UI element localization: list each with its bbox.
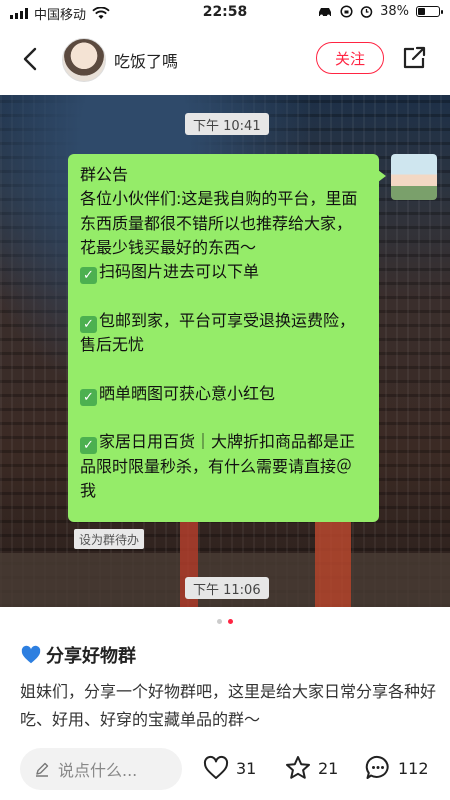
share-icon[interactable] xyxy=(400,44,428,72)
comments-button[interactable]: 112 xyxy=(364,754,429,782)
announcement-item: ✓ 包邮到家，平台可享受退换运费险，售后无忧 xyxy=(80,310,356,355)
check-icon: ✓ xyxy=(80,267,97,285)
orientation-lock-icon xyxy=(340,5,353,18)
battery-percent: 38% xyxy=(380,4,409,19)
announcement-item: ✓ 家居日用百货｜大牌折扣商品都是正品限时限量秒杀，有什么需要请直接＠我 xyxy=(80,432,356,500)
blue-heart-icon xyxy=(21,645,41,664)
post-title: 分享好物群 xyxy=(20,642,136,668)
post-header: 吃饭了嗎 关注 xyxy=(0,30,450,88)
comment-placeholder: 说点什么... xyxy=(58,761,138,780)
author-name[interactable]: 吃饭了嗎 xyxy=(114,48,178,72)
carousel-dot-active xyxy=(228,619,233,624)
announcement-bubble: 群公告 各位小伙伴们:这是我自购的平台，里面东西质量都很不错所以也推荐给大家，花… xyxy=(68,154,386,522)
comment-count: 112 xyxy=(398,758,429,778)
check-icon: ✓ xyxy=(80,437,97,455)
like-count: 31 xyxy=(236,758,257,778)
follow-button[interactable]: 关注 xyxy=(316,42,384,74)
announcement-item: ✓ 扫码图片进去可以下单 xyxy=(80,260,367,285)
heart-icon xyxy=(203,755,229,779)
chevron-left-icon[interactable] xyxy=(16,44,46,74)
announcement-item: ✓ 晒单晒图可获心意小红包 xyxy=(80,382,367,406)
favorite-count: 21 xyxy=(318,758,339,778)
check-icon: ✓ xyxy=(80,315,97,333)
bottom-action-bar: 说点什么... 31 21 112 xyxy=(0,738,450,800)
carousel-indicator xyxy=(0,619,450,624)
car-icon xyxy=(319,7,332,17)
announcement-title: 群公告 xyxy=(80,165,129,184)
set-todo-label: 设为群待办 xyxy=(74,529,145,549)
pencil-icon xyxy=(36,762,49,777)
sender-avatar xyxy=(391,154,437,200)
check-icon: ✓ xyxy=(80,388,97,406)
star-icon xyxy=(286,756,310,779)
comment-input[interactable]: 说点什么... xyxy=(20,748,182,790)
favorite-button[interactable]: 21 xyxy=(284,754,338,782)
post-description: 姐妹们，分享一个好物群吧，这里是给大家日常分享各种好吃、好用、好穿的宝藏单品的群… xyxy=(20,682,437,729)
post-image[interactable]: 下午 10:41 群公告 各位小伙伴们:这是我自购的平台，里面东西质量都很不错所… xyxy=(0,95,450,607)
status-bar: 中国移动 22:58 38% xyxy=(0,0,450,26)
comment-bubble-icon xyxy=(365,755,389,779)
announcement-intro: 各位小伙伴们:这是我自购的平台，里面东西质量都很不错所以也推荐给大家，花最少钱买… xyxy=(80,189,358,257)
author-avatar[interactable] xyxy=(62,38,106,82)
battery-icon xyxy=(416,6,443,17)
chat-timestamp: 下午 10:41 xyxy=(185,113,269,135)
carousel-dot xyxy=(217,619,222,624)
alarm-icon xyxy=(360,6,373,18)
chat-timestamp: 下午 11:06 xyxy=(185,577,269,599)
like-button[interactable]: 31 xyxy=(202,754,256,782)
